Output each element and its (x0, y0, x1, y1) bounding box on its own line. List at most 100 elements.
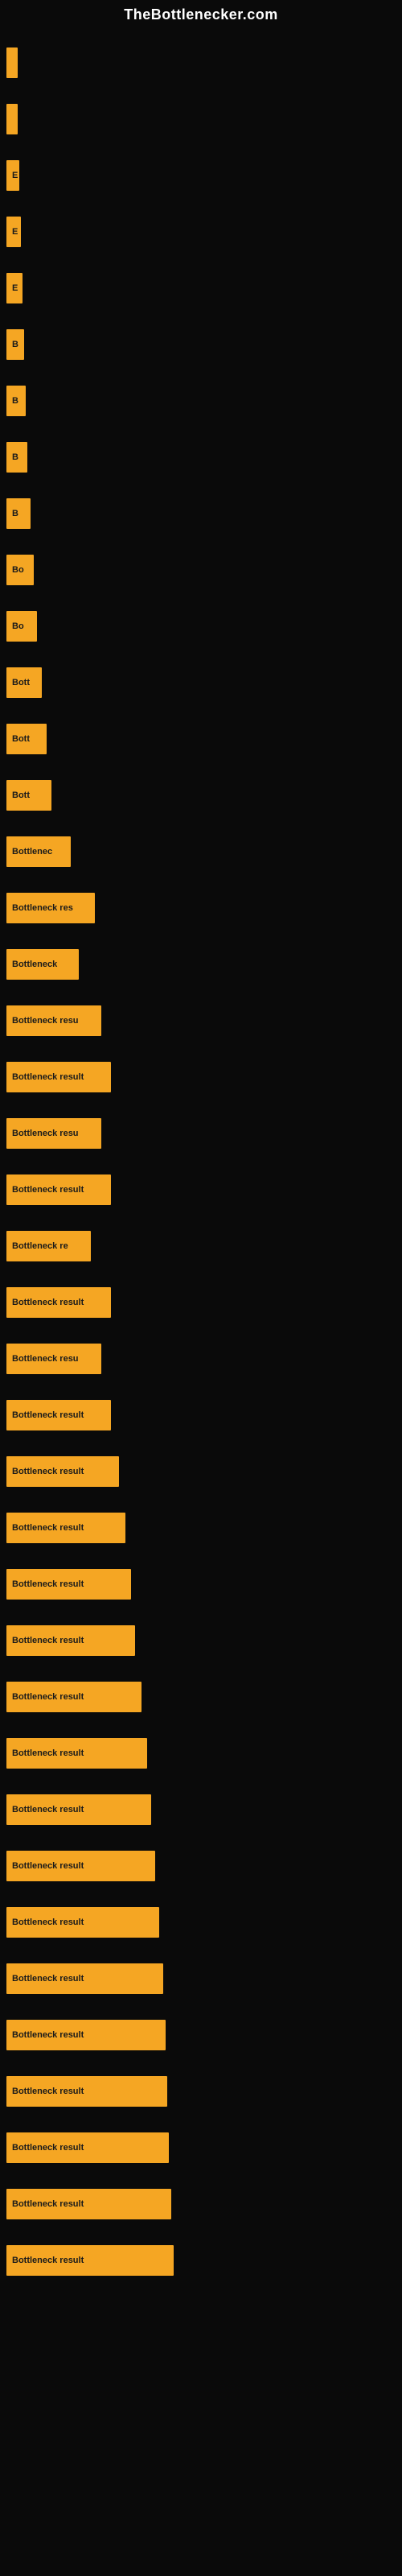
bar-row: Bottleneck result (0, 1894, 402, 1951)
bar-23: Bottleneck result (6, 1287, 111, 1318)
bar-label-25: Bottleneck result (10, 1410, 86, 1420)
bar-row: Bottleneck result (0, 2007, 402, 2063)
bar-row: B (0, 373, 402, 429)
bar-1 (6, 47, 18, 78)
bar-8: B (6, 442, 27, 473)
bar-6: B (6, 329, 24, 360)
bar-label-10: Bo (10, 565, 27, 575)
bar-label-24: Bottleneck resu (10, 1354, 81, 1364)
bar-5: E (6, 273, 23, 303)
bar-36: Bottleneck result (6, 2020, 166, 2050)
bar-14: Bott (6, 780, 51, 811)
bar-label-36: Bottleneck result (10, 2030, 86, 2040)
bar-row: B (0, 485, 402, 542)
bar-10: Bo (6, 555, 34, 585)
bar-label-39: Bottleneck result (10, 2199, 86, 2209)
bar-24: Bottleneck resu (6, 1344, 101, 1374)
bar-label-22: Bottleneck re (10, 1241, 71, 1251)
bar-34: Bottleneck result (6, 1907, 159, 1938)
bar-row: Bott (0, 767, 402, 824)
bar-label-29: Bottleneck result (10, 1636, 86, 1645)
bar-17: Bottleneck (6, 949, 79, 980)
bar-19: Bottleneck result (6, 1062, 111, 1092)
bar-label-7: B (10, 396, 21, 406)
bar-label-8: B (10, 452, 21, 462)
site-title: TheBottlenecker.com (0, 0, 402, 27)
bar-28: Bottleneck result (6, 1569, 131, 1600)
bar-row: Bottleneck result (0, 2232, 402, 2289)
bar-row: Bottleneck result (0, 1274, 402, 1331)
bar-25: Bottleneck result (6, 1400, 111, 1430)
bar-20: Bottleneck resu (6, 1118, 101, 1149)
bar-row: Bott (0, 654, 402, 711)
bar-label-26: Bottleneck result (10, 1467, 86, 1476)
bar-12: Bott (6, 667, 42, 698)
bar-row: Bottleneck result (0, 1781, 402, 1838)
bar-39: Bottleneck result (6, 2189, 171, 2219)
bar-label-13: Bott (10, 734, 32, 744)
bar-label-3: E (10, 171, 19, 180)
bar-27: Bottleneck result (6, 1513, 125, 1543)
bar-row: Bottleneck resu (0, 1331, 402, 1387)
bar-label-40: Bottleneck result (10, 2256, 86, 2265)
bar-row: Bottleneck result (0, 2176, 402, 2232)
bar-row: Bottleneck result (0, 1556, 402, 1612)
bar-row: Bottleneck result (0, 1669, 402, 1725)
bar-label-38: Bottleneck result (10, 2143, 86, 2153)
bar-row: Bottlenec (0, 824, 402, 880)
bar-row: Bottleneck result (0, 1725, 402, 1781)
bar-row: Bo (0, 598, 402, 654)
bar-7: B (6, 386, 26, 416)
bar-label-33: Bottleneck result (10, 1861, 86, 1871)
bar-13: Bott (6, 724, 47, 754)
bar-row: Bottleneck result (0, 1838, 402, 1894)
bar-label-18: Bottleneck resu (10, 1016, 81, 1026)
bar-label-17: Bottleneck (10, 960, 59, 969)
bar-label-35: Bottleneck result (10, 1974, 86, 1984)
bar-row: Bottleneck resu (0, 1105, 402, 1162)
bar-row: Bottleneck result (0, 1951, 402, 2007)
bar-row: Bottleneck (0, 936, 402, 993)
bar-38: Bottleneck result (6, 2132, 169, 2163)
bar-row: Bottleneck result (0, 1387, 402, 1443)
bar-row: B (0, 316, 402, 373)
bar-row: Bottleneck result (0, 1612, 402, 1669)
bar-label-15: Bottlenec (10, 847, 55, 857)
bar-label-4: E (10, 227, 20, 237)
bar-29: Bottleneck result (6, 1625, 135, 1656)
bar-row: Bottleneck result (0, 2063, 402, 2120)
bar-row: Bottleneck result (0, 2120, 402, 2176)
bar-label-37: Bottleneck result (10, 2087, 86, 2096)
bar-row: Bottleneck result (0, 1500, 402, 1556)
bar-label-19: Bottleneck result (10, 1072, 86, 1082)
bar-18: Bottleneck resu (6, 1005, 101, 1036)
bar-row: B (0, 429, 402, 485)
bar-label-21: Bottleneck result (10, 1185, 86, 1195)
bar-label-34: Bottleneck result (10, 1918, 86, 1927)
bar-row: E (0, 147, 402, 204)
bar-row: Bottleneck result (0, 1049, 402, 1105)
bar-row: Bottleneck res (0, 880, 402, 936)
bar-35: Bottleneck result (6, 1963, 163, 1994)
bar-label-32: Bottleneck result (10, 1805, 86, 1814)
bar-15: Bottlenec (6, 836, 71, 867)
bar-label-14: Bott (10, 791, 32, 800)
bar-2 (6, 104, 18, 134)
bar-row: Bottleneck re (0, 1218, 402, 1274)
bar-label-20: Bottleneck resu (10, 1129, 81, 1138)
bar-row: Bottleneck result (0, 1162, 402, 1218)
bar-label-9: B (10, 509, 21, 518)
bar-row: E (0, 204, 402, 260)
bar-label-31: Bottleneck result (10, 1748, 86, 1758)
bar-label-28: Bottleneck result (10, 1579, 86, 1589)
bar-row: Bott (0, 711, 402, 767)
bar-label-27: Bottleneck result (10, 1523, 86, 1533)
bar-row: Bottleneck result (0, 1443, 402, 1500)
bar-label-30: Bottleneck result (10, 1692, 86, 1702)
bar-4: E (6, 217, 21, 247)
bar-32: Bottleneck result (6, 1794, 151, 1825)
bar-row: Bo (0, 542, 402, 598)
bar-26: Bottleneck result (6, 1456, 119, 1487)
bar-33: Bottleneck result (6, 1851, 155, 1881)
bar-label-16: Bottleneck res (10, 903, 76, 913)
